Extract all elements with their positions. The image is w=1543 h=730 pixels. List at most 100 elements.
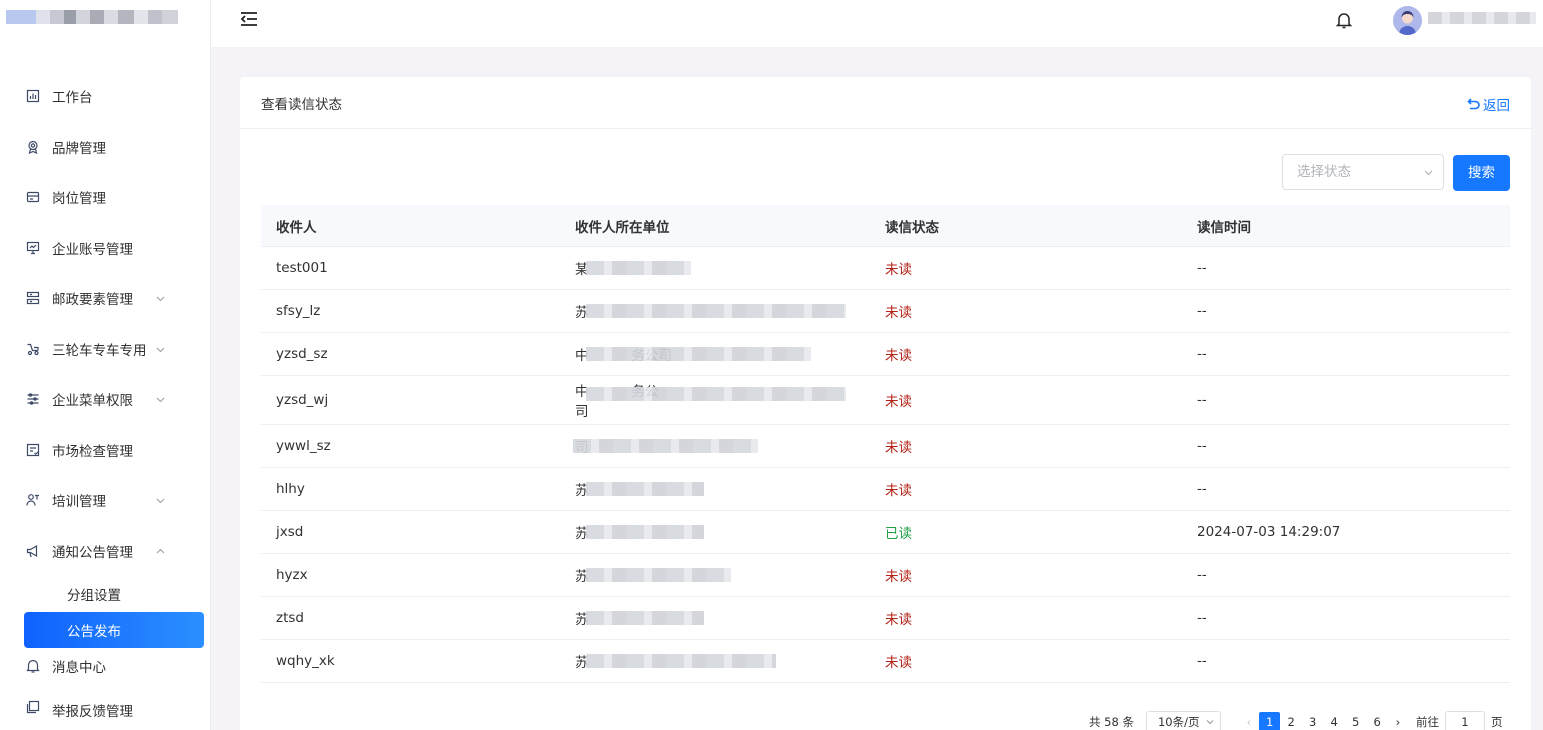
- cell-unit: 苏: [575, 522, 885, 542]
- sidebar-item-2[interactable]: 岗位管理: [0, 172, 211, 223]
- cell-status: 未读: [885, 612, 912, 628]
- cell-time: --: [1197, 392, 1207, 408]
- page-number-button[interactable]: 1: [1258, 712, 1281, 730]
- search-button[interactable]: 搜索: [1453, 155, 1510, 191]
- page-number-button[interactable]: 4: [1323, 712, 1345, 730]
- back-button[interactable]: 返回: [1467, 94, 1510, 114]
- cell-recipient: ztsd: [276, 610, 304, 626]
- page-number-button[interactable]: 5: [1345, 712, 1367, 730]
- header-status: 读信状态: [885, 219, 939, 236]
- cell-status: 未读: [885, 394, 912, 410]
- user-name-redacted[interactable]: [1428, 12, 1536, 24]
- cell-recipient: hyzx: [276, 567, 308, 583]
- goto-suffix: 页: [1490, 715, 1503, 729]
- sidebar-item-label: 三轮车专车专用: [52, 342, 147, 359]
- redacted-unit-name: [586, 347, 811, 361]
- cell-time: 2024-07-03 14:29:07: [1197, 524, 1341, 540]
- sidebar-item-7[interactable]: 市场检查管理: [0, 425, 211, 476]
- chevron-up-icon: [156, 548, 165, 554]
- page-size-select[interactable]: 10条/页: [1145, 711, 1221, 730]
- table-row: sfsy_lz 苏 未读 --: [261, 290, 1510, 333]
- page-size-value: 10条/页: [1157, 715, 1200, 729]
- cell-unit: 某: [575, 258, 885, 278]
- sidebar-item-label: 企业菜单权限: [52, 393, 133, 410]
- chevron-down-icon: [156, 347, 165, 353]
- sidebar-item-4[interactable]: 邮政要素管理: [0, 273, 211, 324]
- pagination-total: 共 58 条: [1089, 715, 1134, 729]
- sidebar-item-6[interactable]: 企业菜单权限: [0, 374, 211, 425]
- cell-status: 未读: [885, 305, 912, 321]
- next-page-button[interactable]: ›: [1388, 715, 1408, 729]
- status-select[interactable]: 选择状态: [1282, 154, 1444, 190]
- sidebar-item-5[interactable]: 三轮车专车专用: [0, 324, 211, 375]
- sidebar-item-1[interactable]: 品牌管理: [0, 122, 211, 173]
- cell-time: --: [1197, 481, 1207, 497]
- cell-time: --: [1197, 260, 1207, 276]
- header-time: 读信时间: [1197, 219, 1251, 236]
- cell-recipient: yzsd_sz: [276, 346, 328, 362]
- table-row: ywwl_sz 司 未读 --: [261, 425, 1510, 468]
- table-row: hyzx 苏 未读 --: [261, 554, 1510, 597]
- cell-unit: 中 务公 司: [575, 380, 885, 420]
- cell-recipient: hlhy: [276, 481, 305, 497]
- sidebar-item-label: 品牌管理: [52, 140, 106, 157]
- feedback-icon: [26, 700, 40, 714]
- sidebar-item-8[interactable]: 培训管理: [0, 475, 211, 526]
- redacted-unit-name: [586, 387, 846, 401]
- cell-recipient: wqhy_xk: [276, 653, 335, 669]
- page-number-button[interactable]: 6: [1366, 712, 1388, 730]
- submenu-item-1[interactable]: 公告发布: [24, 612, 204, 648]
- sidebar-item-label: 培训管理: [52, 494, 106, 511]
- logo: [6, 10, 206, 26]
- sidebar-item-label: 企业账号管理: [52, 241, 133, 258]
- cell-status: 未读: [885, 262, 912, 278]
- cell-status: 未读: [885, 569, 912, 585]
- sidebar-item-label: 举报反馈管理: [52, 704, 133, 720]
- table-header: 收件人 收件人所在单位 读信状态 读信时间: [261, 205, 1510, 247]
- collapse-menu-icon[interactable]: [240, 11, 258, 27]
- cell-unit: 司: [573, 436, 885, 456]
- cell-time: --: [1197, 610, 1207, 626]
- cell-time: --: [1197, 567, 1207, 583]
- redacted-unit-name: [586, 654, 776, 668]
- submenu-item-0[interactable]: 分组设置: [0, 576, 211, 612]
- redacted-unit-name: [586, 304, 846, 318]
- cell-recipient: ywwl_sz: [276, 438, 331, 454]
- sidebar-item-label: 消息中心: [52, 660, 106, 676]
- user-avatar[interactable]: [1393, 6, 1422, 35]
- cell-unit: 苏: [575, 651, 885, 671]
- redacted-unit-name: [586, 525, 704, 539]
- page-number-button[interactable]: 2: [1280, 712, 1302, 730]
- prev-page-button[interactable]: ‹: [1239, 715, 1259, 729]
- server-icon: [26, 291, 40, 305]
- page-number-button[interactable]: 3: [1302, 712, 1324, 730]
- sidebar-after-item-0[interactable]: 消息中心: [0, 648, 211, 684]
- notification-bell-icon[interactable]: [1336, 11, 1352, 29]
- sidebar-after-item-1[interactable]: 举报反馈管理: [0, 684, 211, 730]
- sidebar-item-3[interactable]: 企业账号管理: [0, 223, 211, 274]
- cell-unit: 中 务公司: [575, 344, 885, 364]
- pagination: 共 58 条 10条/页 ‹ 123456 › 前往 1 页: [1089, 711, 1502, 730]
- sidebar-item-label: 邮政要素管理: [52, 292, 133, 309]
- topbar: [211, 0, 1543, 47]
- chevron-down-icon: [1206, 720, 1214, 725]
- sidebar-item-9[interactable]: 通知公告管理: [0, 526, 211, 577]
- cell-time: --: [1197, 653, 1207, 669]
- sidebar: 工作台 品牌管理 岗位管理 企业账号管理 邮政要素管理 三轮车专车专用 企业菜单…: [0, 0, 211, 730]
- cell-unit: 苏: [575, 301, 885, 321]
- cell-status: 未读: [885, 348, 912, 364]
- sidebar-item-0[interactable]: 工作台: [0, 71, 211, 122]
- back-label: 返回: [1483, 98, 1510, 114]
- goto-page-input[interactable]: 1: [1444, 711, 1485, 730]
- table-row: yzsd_wj 中 务公 司 未读 --: [261, 376, 1510, 425]
- table-row: test001 某 未读 --: [261, 247, 1510, 290]
- cell-status: 未读: [885, 483, 912, 499]
- redacted-unit-name: [586, 611, 704, 625]
- checklist-icon: [26, 443, 40, 457]
- redacted-unit-name: [573, 439, 758, 453]
- sidebar-item-label: 岗位管理: [52, 191, 106, 208]
- cell-recipient: yzsd_wj: [276, 392, 329, 408]
- cell-status: 未读: [885, 655, 912, 671]
- bell-icon: [26, 659, 40, 673]
- page-numbers: 123456: [1258, 712, 1388, 730]
